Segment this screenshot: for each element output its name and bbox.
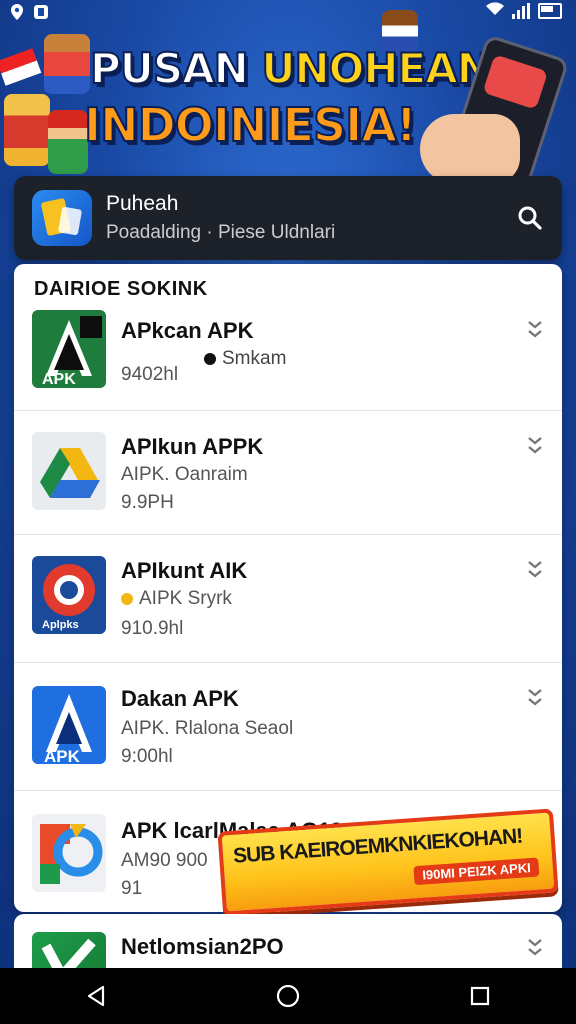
panel-title: Puheah (106, 192, 179, 215)
app-icon (32, 814, 106, 892)
promo-banner: PUSAN UNOHEAN INDOINIESIA! (0, 10, 576, 194)
app-size: 9:00hl (121, 746, 173, 767)
chevron-down-icon[interactable] (526, 686, 544, 708)
character-figure (44, 34, 90, 94)
app-meta: AIPK Sryrk (121, 588, 232, 610)
svg-text:APK: APK (44, 747, 81, 764)
app-logo-icon (32, 190, 92, 246)
banner-title-word1: PUSAN (89, 43, 250, 94)
back-icon[interactable] (76, 976, 116, 1016)
list-item[interactable]: APK APkcan APK 940​2hl Smkam (14, 304, 562, 411)
system-nav-bar (0, 968, 576, 1024)
app-meta: AIPK. Oanraim (121, 464, 248, 485)
chevron-down-icon[interactable] (526, 434, 544, 456)
featured-search-panel[interactable]: Puheah Poadalding · Piese Uldnlari (14, 176, 562, 260)
list-item[interactable]: APIkun APPK AIPK. Oanraim 9.9PH (14, 410, 562, 535)
svg-text:APK: APK (42, 371, 76, 388)
promo-subline: I90MI PEIZK APKI (413, 857, 540, 886)
recents-icon[interactable] (460, 976, 500, 1016)
list-item[interactable]: Aplpks APIkunt AIK AIPK Sryrk 910.9hl (14, 534, 562, 663)
list-item[interactable]: Netlomsian2PO (14, 914, 562, 974)
flag-icon (0, 48, 42, 86)
app-name: APIkunt AIK (121, 558, 248, 583)
app-meta: AM90 900 (121, 850, 208, 871)
list-item[interactable]: APK Dakan APK AIPK. Rlalona Seaol 9:00hl (14, 662, 562, 791)
character-figure (48, 110, 88, 174)
svg-text:Aplpks: Aplpks (42, 619, 79, 631)
app-icon: APK (32, 686, 106, 764)
app-size: 910.9hl (121, 618, 184, 639)
app-name: APIkun APPK (121, 434, 264, 459)
app-icon: APK (32, 310, 106, 388)
app-meta: AIPK. Rlalona Seaol (121, 718, 294, 739)
banner-title-line1: PUSAN UNOHEAN (89, 43, 493, 94)
app-name: APkcan APK (121, 318, 254, 343)
app-meta-text: Smkam (222, 348, 287, 369)
app-name: Dakan APK (121, 686, 239, 711)
app-size: 9.9PH (121, 492, 174, 513)
chevron-down-icon[interactable] (526, 936, 544, 958)
character-figure (4, 94, 50, 166)
list-header: DAIRIOE SOKINK (34, 278, 208, 300)
banner-title-line2: INDOINIESIA! (83, 97, 418, 153)
app-meta: Smkam (204, 348, 286, 370)
panel-subtitle: Poadalding · Piese Uldnlari (106, 222, 336, 243)
app-name: Netlomsian2PO (121, 934, 284, 959)
app-icon (32, 432, 106, 510)
app-icon: Aplpks (32, 556, 106, 634)
home-icon[interactable] (268, 976, 308, 1016)
chevron-down-icon[interactable] (526, 558, 544, 580)
app-size: 940​2hl (121, 364, 179, 385)
chevron-down-icon[interactable] (526, 318, 544, 340)
app-meta-text: AIPK Sryrk (139, 588, 232, 609)
search-icon[interactable] (512, 200, 548, 236)
app-size: 91 (121, 878, 143, 899)
hand-illustration (420, 114, 520, 184)
